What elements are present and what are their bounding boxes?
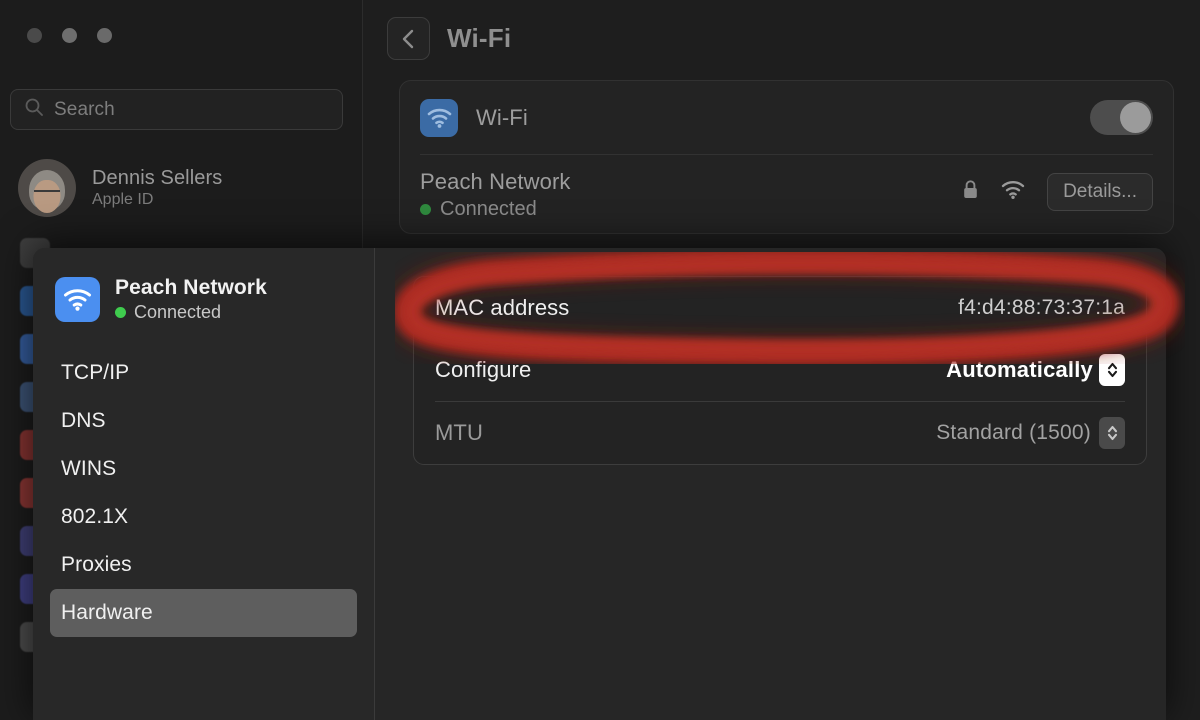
sheet-nav-item-wins[interactable]: WINS: [50, 445, 357, 493]
network-actions: Details...: [962, 169, 1153, 211]
connected-network-row[interactable]: Peach Network Connected: [400, 155, 1173, 233]
wifi-settings-card: Wi-Fi Peach Network Connected: [399, 80, 1174, 234]
sheet-sidebar: Peach Network Connected TCP/IP DNS WINS: [33, 248, 375, 720]
status-dot-icon: [115, 307, 126, 318]
nav-label: 802.1X: [61, 505, 128, 529]
lock-icon: [962, 179, 979, 205]
mtu-label: MTU: [435, 420, 483, 446]
sheet-network-text: Peach Network Connected: [115, 276, 267, 323]
nav-label: Hardware: [61, 601, 153, 625]
sheet-nav-item-proxies[interactable]: Proxies: [50, 541, 357, 589]
sheet-network-header: Peach Network Connected: [33, 276, 374, 323]
pane-header: Wi-Fi: [387, 17, 511, 60]
status-dot-icon: [420, 204, 431, 215]
apple-id-sidebar-item[interactable]: Dennis Sellers Apple ID: [18, 155, 348, 221]
configure-label: Configure: [435, 357, 531, 383]
page-title: Wi-Fi: [447, 23, 511, 54]
network-details-sheet: Peach Network Connected TCP/IP DNS WINS: [33, 248, 1166, 720]
sheet-network-status-text: Connected: [134, 302, 221, 323]
sheet-nav-item-8021x[interactable]: 802.1X: [50, 493, 357, 541]
avatar: [18, 159, 76, 217]
chevron-left-icon: [400, 28, 417, 50]
sheet-body: MAC address f4:d4:88:73:37:1a Configure …: [375, 248, 1166, 720]
sheet-network-status: Connected: [115, 302, 267, 323]
wifi-row-label: Wi-Fi: [476, 105, 528, 131]
network-status: Connected: [420, 198, 570, 221]
minimize-window-button[interactable]: [62, 28, 77, 43]
account-text-block: Dennis Sellers Apple ID: [92, 167, 222, 209]
nav-label: Proxies: [61, 553, 132, 577]
mtu-stepper: [1099, 417, 1125, 449]
sheet-network-name: Peach Network: [115, 276, 267, 300]
network-info: Peach Network Connected: [420, 169, 570, 221]
details-button[interactable]: Details...: [1047, 173, 1153, 211]
mac-address-label: MAC address: [435, 295, 569, 321]
configure-row[interactable]: Configure Automatically: [414, 339, 1146, 401]
sheet-nav-item-hardware[interactable]: Hardware: [50, 589, 357, 637]
hardware-settings-card: MAC address f4:d4:88:73:37:1a Configure …: [413, 276, 1147, 465]
chevron-up-down-icon: [1106, 361, 1119, 379]
nav-label: WINS: [61, 457, 116, 481]
sheet-nav-item-tcpip[interactable]: TCP/IP: [50, 349, 357, 397]
avatar-glasses: [34, 190, 60, 197]
back-button[interactable]: [387, 17, 430, 60]
mac-address-value: f4:d4:88:73:37:1a: [958, 296, 1125, 320]
wifi-icon: [420, 99, 458, 137]
screen-root: Search Dennis Sellers Apple ID: [0, 0, 1200, 720]
window-traffic-lights: [27, 28, 112, 43]
account-subtitle: Apple ID: [92, 191, 222, 209]
mtu-value: Standard (1500): [936, 421, 1091, 445]
account-name: Dennis Sellers: [92, 167, 222, 190]
wifi-icon: [55, 277, 100, 322]
sheet-nav-item-dns[interactable]: DNS: [50, 397, 357, 445]
wifi-signal-icon: [1001, 180, 1025, 204]
toggle-knob: [1120, 102, 1151, 133]
search-icon: [24, 97, 44, 122]
sheet-nav-list: TCP/IP DNS WINS 802.1X Proxies Hardware: [33, 349, 374, 637]
configure-stepper[interactable]: [1099, 354, 1125, 386]
wifi-toggle-row: Wi-Fi: [400, 81, 1173, 154]
network-status-text: Connected: [440, 198, 537, 221]
nav-label: DNS: [61, 409, 106, 433]
configure-value-group: Automatically: [946, 354, 1125, 386]
maximize-window-button[interactable]: [97, 28, 112, 43]
close-window-button[interactable]: [27, 28, 42, 43]
wifi-toggle-switch[interactable]: [1090, 100, 1153, 135]
nav-label: TCP/IP: [61, 361, 129, 385]
search-input[interactable]: Search: [10, 89, 343, 130]
mtu-value-group: Standard (1500): [936, 417, 1125, 449]
search-placeholder-text: Search: [54, 99, 115, 121]
chevron-up-down-icon: [1106, 424, 1119, 442]
mtu-row: MTU Standard (1500): [414, 402, 1146, 464]
network-name: Peach Network: [420, 169, 570, 195]
mac-address-row: MAC address f4:d4:88:73:37:1a: [414, 277, 1146, 339]
configure-value: Automatically: [946, 357, 1093, 383]
